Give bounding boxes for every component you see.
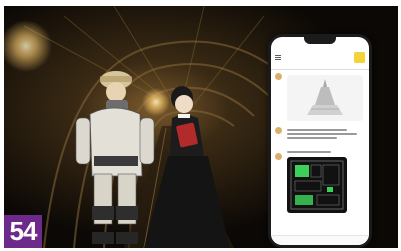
thumbnail-frame: 54 bbox=[0, 0, 401, 251]
floor-plan[interactable] bbox=[287, 157, 347, 213]
avatar bbox=[275, 127, 282, 134]
text-line bbox=[287, 133, 357, 135]
text-line bbox=[287, 129, 347, 131]
sculpture-illustration bbox=[307, 79, 343, 115]
avatar bbox=[275, 153, 282, 160]
chat-message bbox=[275, 127, 365, 149]
app-header bbox=[271, 49, 369, 70]
number-badge: 54 bbox=[4, 215, 42, 248]
mine-tunnel-scene: 54 bbox=[4, 6, 398, 248]
phone-notch bbox=[304, 37, 336, 44]
floor-plan-drawing bbox=[290, 160, 344, 210]
text-line bbox=[287, 151, 331, 153]
chat-message bbox=[275, 151, 365, 213]
chat-message bbox=[275, 73, 365, 123]
sculpture-card[interactable] bbox=[287, 75, 363, 121]
text-line bbox=[287, 137, 337, 139]
phone-mockup bbox=[268, 34, 372, 248]
app-screen bbox=[271, 37, 369, 245]
bottom-bar bbox=[271, 235, 369, 245]
avatar bbox=[275, 73, 282, 80]
map-icon[interactable] bbox=[354, 52, 365, 63]
menu-icon[interactable] bbox=[275, 55, 281, 60]
